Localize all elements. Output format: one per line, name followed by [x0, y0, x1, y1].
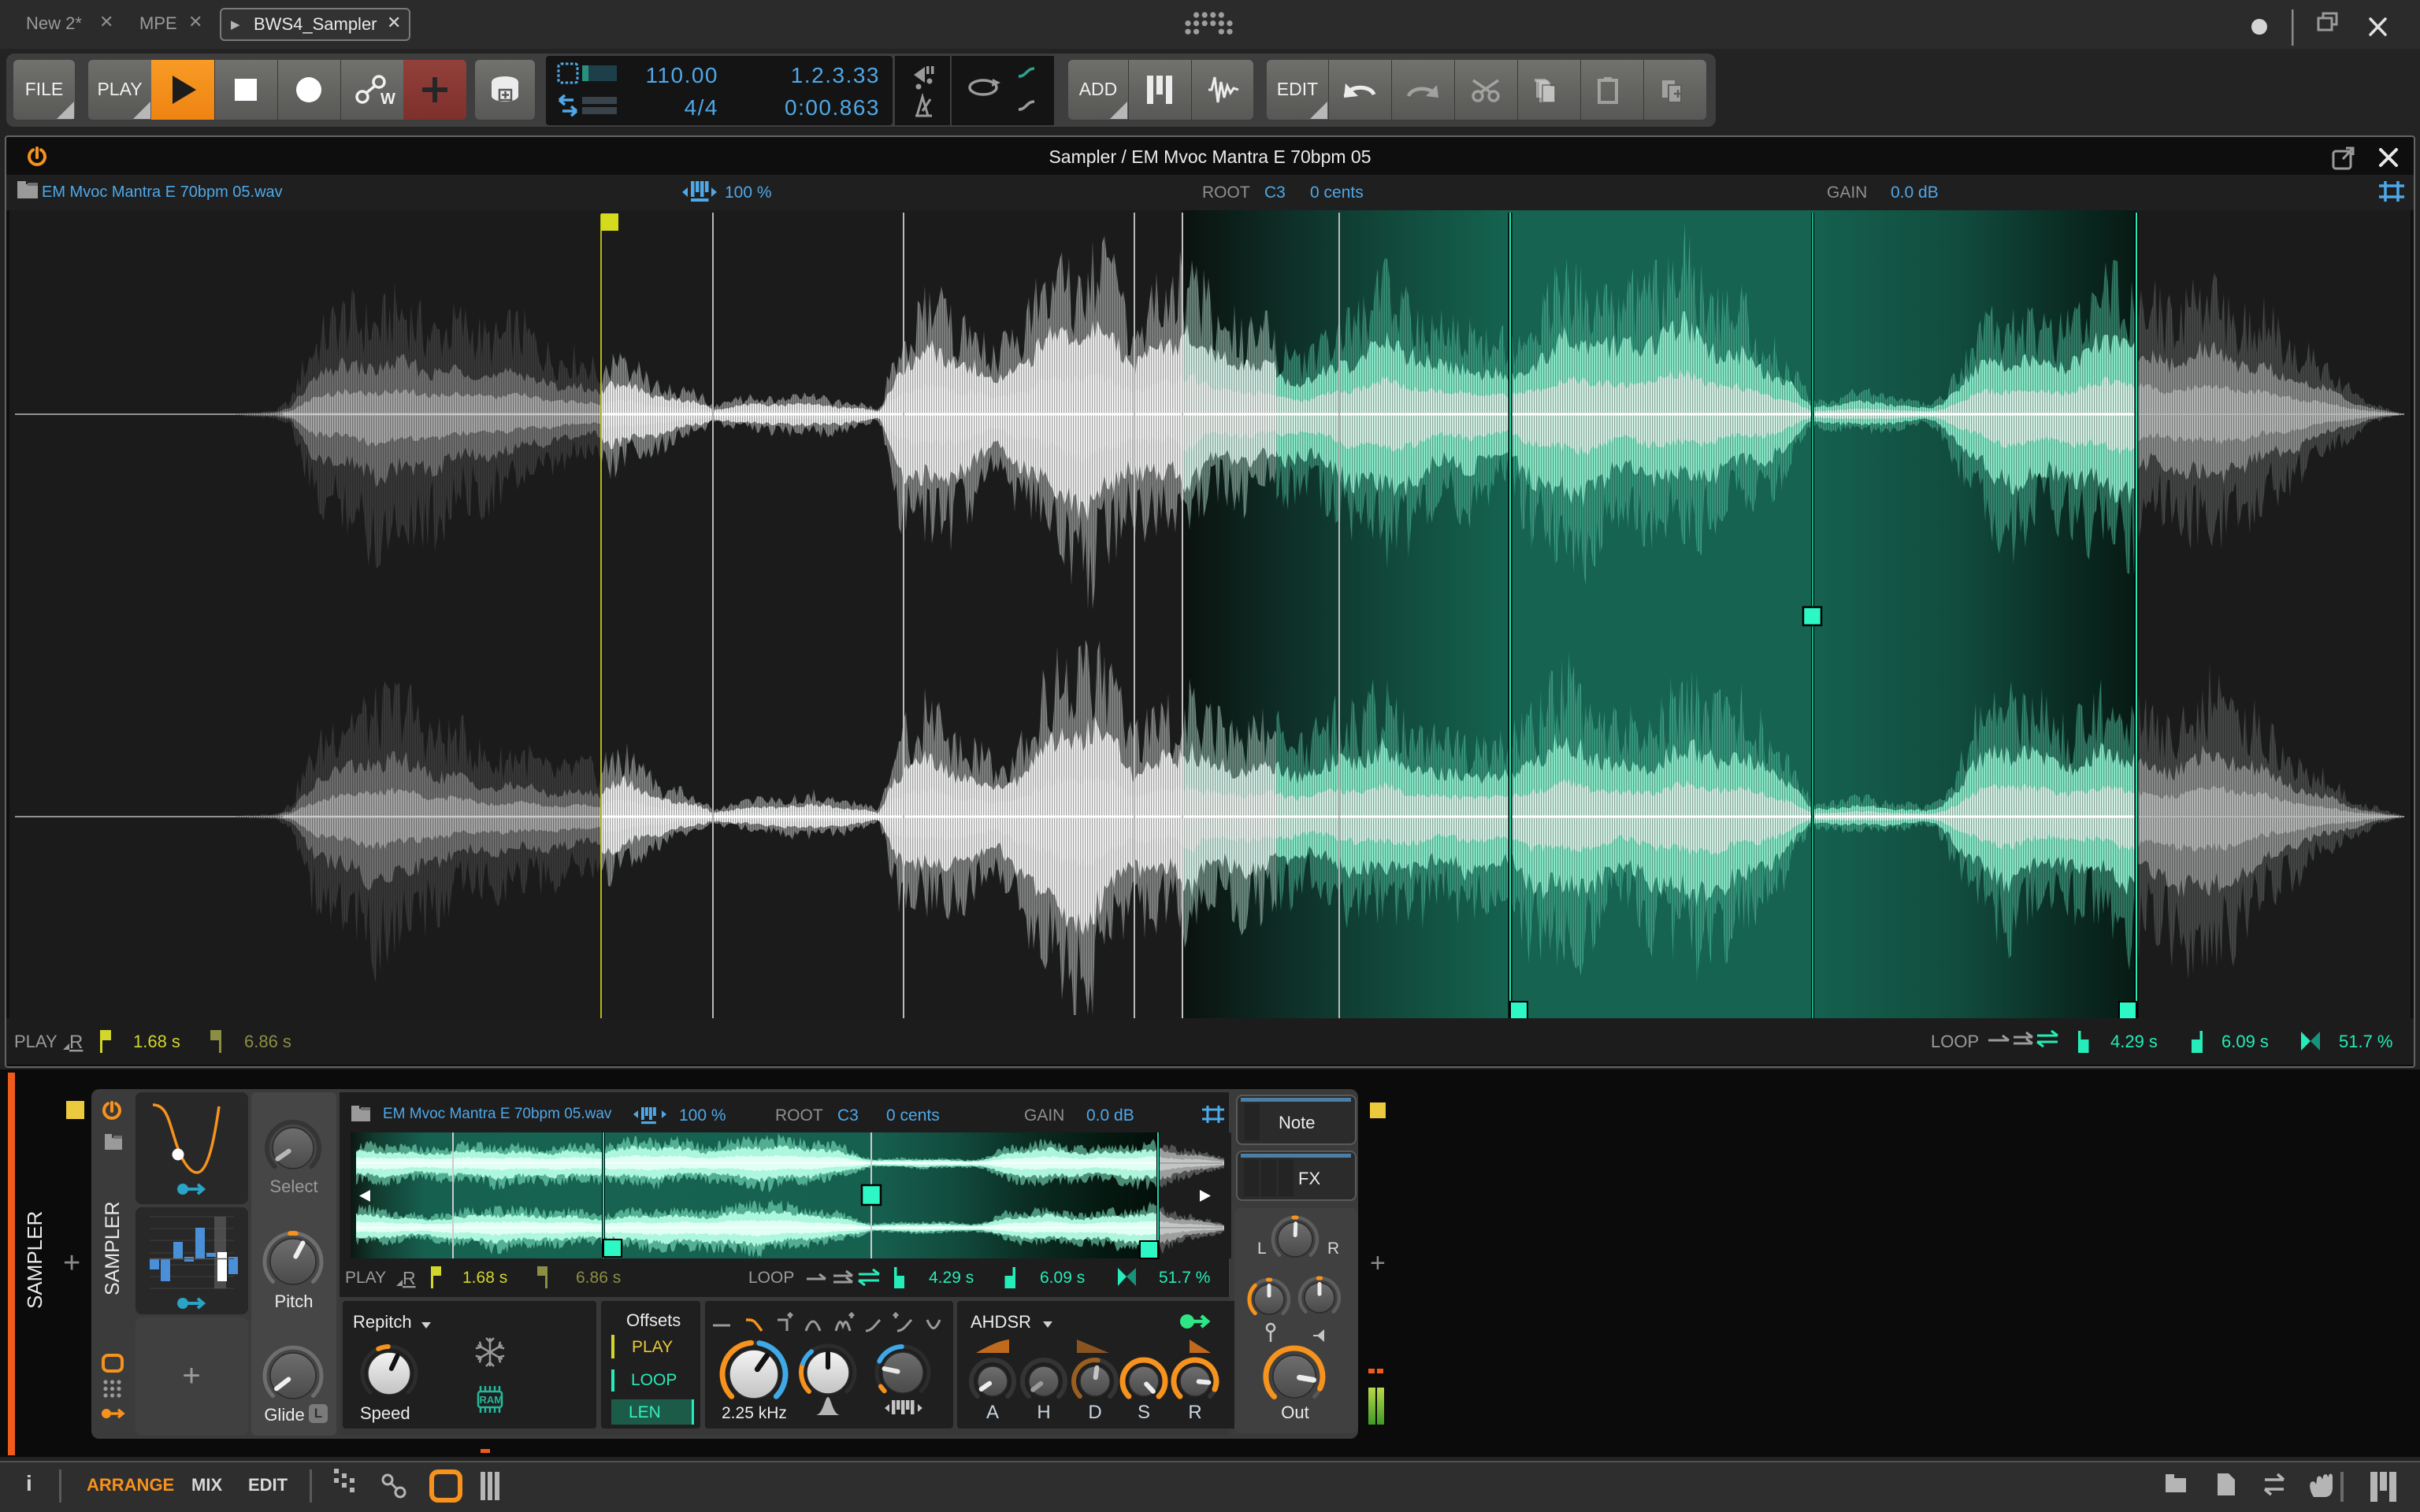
svg-text:R: R	[69, 1032, 83, 1053]
svg-text:RAM: RAM	[480, 1394, 503, 1406]
svg-text:R: R	[403, 1268, 416, 1288]
svg-text:W: W	[380, 91, 395, 108]
